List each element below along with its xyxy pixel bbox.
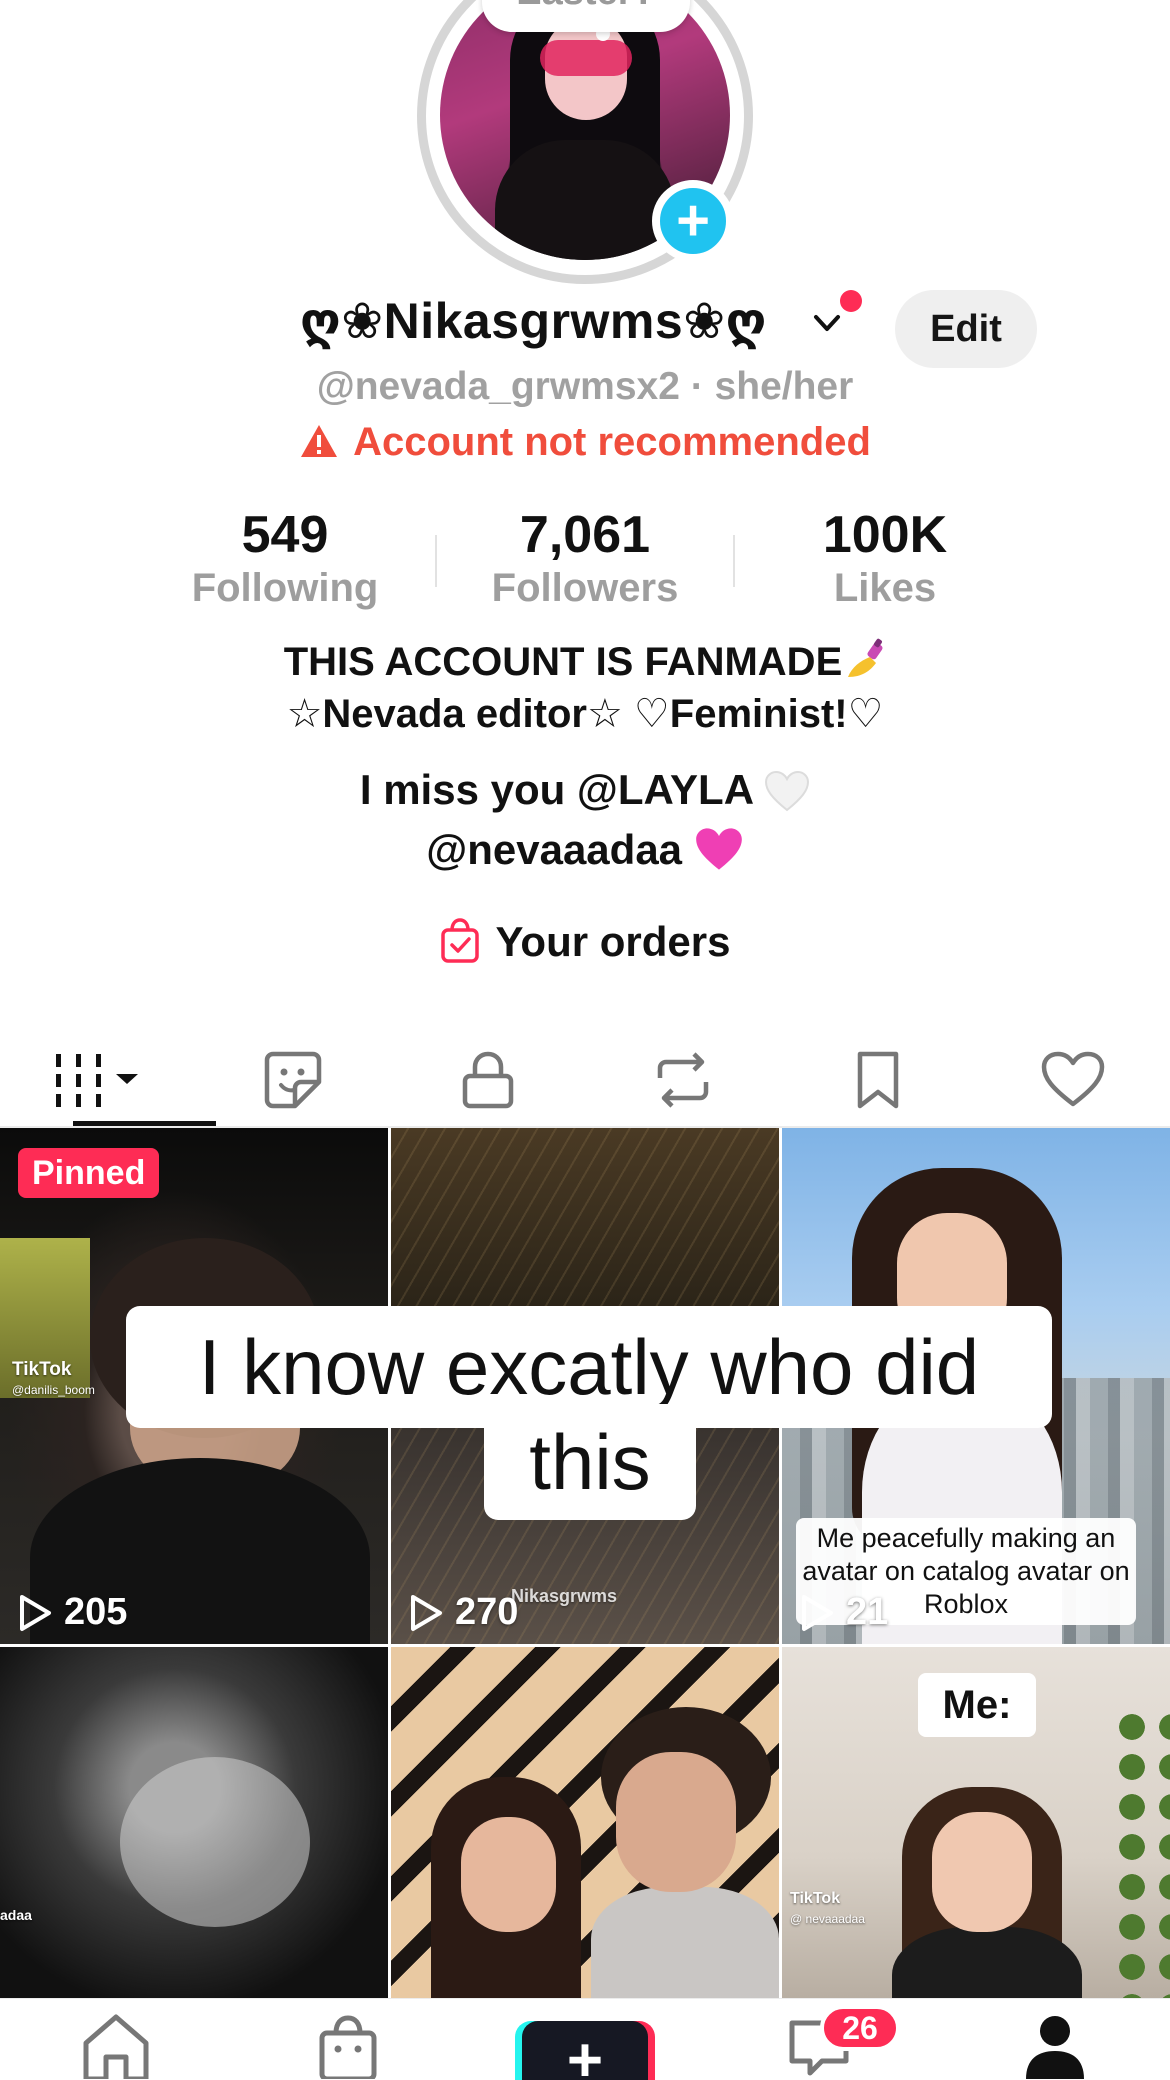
tab-videos[interactable] <box>0 1030 195 1130</box>
edit-profile-button[interactable]: Edit <box>895 290 1037 368</box>
plus-icon: + <box>676 188 710 253</box>
video-thumbnail[interactable] <box>391 1647 779 1998</box>
overlay-caption: this <box>484 1404 696 1520</box>
stat-following[interactable]: 549 Following <box>135 505 435 615</box>
create-button[interactable]: + <box>522 2021 648 2080</box>
profile-stats: 549 Following 7,061 Followers 100K Likes <box>135 505 1035 615</box>
grid-icon <box>55 1054 138 1107</box>
home-icon <box>83 2014 149 2080</box>
play-count: 21 <box>800 1591 888 1634</box>
stat-label: Likes <box>833 566 937 610</box>
lock-icon <box>462 1051 513 1109</box>
shop-bag-icon <box>319 2015 377 2080</box>
video-thumbnail[interactable]: Me: TikTok @ nevaaadaa <box>782 1647 1170 1998</box>
play-count: 270 <box>409 1591 518 1634</box>
nav-home[interactable] <box>80 2013 152 2080</box>
stat-likes[interactable]: 100K Likes <box>735 505 1035 615</box>
play-icon <box>20 1594 51 1631</box>
handle-pronouns: @nevada_grwmsx2 · she/her <box>316 365 854 408</box>
stat-followers[interactable]: 7,061 Followers <box>435 505 735 615</box>
play-icon <box>802 1594 833 1631</box>
play-count-value: 270 <box>455 1591 519 1633</box>
stat-value: 100K <box>822 506 948 564</box>
bio-line: THIS ACCOUNT IS FANMADE <box>0 636 1170 688</box>
profile-note[interactable]: Easter? <box>482 0 690 32</box>
nav-shop[interactable] <box>316 2013 380 2080</box>
tiktok-watermark-label: TikTok <box>790 1890 841 1907</box>
profile-icon <box>1026 2016 1084 2079</box>
bio-line-3[interactable]: I miss you @LAYLA <box>360 766 753 813</box>
heart-icon <box>1041 1051 1104 1107</box>
stat-divider <box>435 535 437 587</box>
play-icon <box>411 1594 442 1631</box>
pink-heart-emoji-icon <box>695 828 742 870</box>
inbox-badge: 26 <box>820 2005 900 2051</box>
your-orders-label: Your orders <box>495 918 731 965</box>
stat-value: 549 <box>241 506 329 564</box>
sticker-icon <box>264 1051 321 1109</box>
watermark-user: @danilis_boom <box>12 1383 95 1397</box>
chevron-down-icon[interactable] <box>812 308 842 338</box>
shopping-bag-icon <box>440 918 479 963</box>
bio-line: @nevaaadaa <box>0 820 1170 880</box>
nail-polish-emoji-icon <box>848 638 883 677</box>
plus-icon: + <box>566 2026 604 2080</box>
pinned-badge: Pinned <box>18 1148 160 1198</box>
watermark-user: adaa <box>0 1907 32 1923</box>
video-grid: Pinned TikTok @danilis_boom 205 Nikasgrw… <box>0 1128 1170 1998</box>
notification-dot <box>840 290 862 312</box>
account-warning[interactable]: Account not recommended <box>0 420 1170 465</box>
tiktok-watermark-label: TikTok <box>12 1359 72 1380</box>
bookmark-icon <box>857 1051 898 1109</box>
profile-tabs <box>0 1030 1170 1130</box>
bio-line-4[interactable]: @nevaaadaa <box>426 826 682 873</box>
watermark-user: Nikasgrwms <box>511 1586 618 1606</box>
stat-label: Following <box>191 566 379 610</box>
video-thumbnail[interactable]: adaa <box>0 1647 388 1998</box>
white-heart-emoji-icon <box>765 770 810 812</box>
bio-line-2: ☆Nevada editor☆ ♡Feminist!♡ <box>286 692 884 736</box>
tab-favorites[interactable] <box>780 1030 975 1130</box>
play-count: 205 <box>18 1591 127 1634</box>
nav-profile[interactable] <box>1024 2013 1086 2080</box>
play-count-value: 21 <box>846 1591 889 1633</box>
repost-icon <box>657 1052 708 1108</box>
account-warning-text: Account not recommended <box>353 420 871 464</box>
your-orders-link[interactable]: Your orders <box>0 918 1170 966</box>
tab-private[interactable] <box>390 1030 585 1130</box>
tiktok-watermark: TikTok @danilis_boom <box>12 1360 95 1400</box>
play-count-value: 205 <box>64 1591 128 1633</box>
tab-reposts[interactable] <box>585 1030 780 1130</box>
add-story-button[interactable]: + <box>652 180 734 262</box>
bottom-nav: + <box>0 1998 1170 2080</box>
bio: THIS ACCOUNT IS FANMADE ☆Nevada editor☆ … <box>0 636 1170 880</box>
watermark-user: @ nevaaadaa <box>790 1912 865 1926</box>
tiktok-watermark: TikTok @ nevaaadaa <box>790 1889 865 1929</box>
stat-label: Followers <box>491 566 679 610</box>
display-name: ღ❀Nikasgrwms❀ღ <box>300 293 767 349</box>
warning-icon <box>301 425 338 457</box>
tab-stickers[interactable] <box>195 1030 390 1130</box>
bio-line: I miss you @LAYLA <box>0 760 1170 820</box>
video-caption: Me: <box>918 1673 1036 1737</box>
tab-liked[interactable] <box>975 1030 1170 1130</box>
bio-line-1: THIS ACCOUNT IS FANMADE <box>283 640 843 684</box>
stat-value: 7,061 <box>519 506 651 564</box>
